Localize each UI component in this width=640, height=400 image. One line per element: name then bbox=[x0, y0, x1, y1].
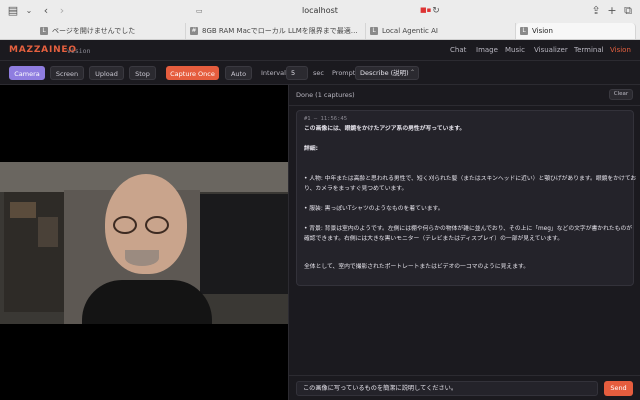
screen-button[interactable]: Screen bbox=[50, 66, 84, 80]
stop-button[interactable]: Stop bbox=[129, 66, 156, 80]
tab-label: 8GB RAM Macでローカル LLMを限界まで最適… bbox=[202, 27, 358, 35]
reload-icon[interactable]: ↻ bbox=[430, 0, 442, 22]
capture-toolbar: Camera Screen Upload Stop Capture Once A… bbox=[0, 61, 640, 85]
browser-toolbar: ▤ ⌄ ‹ › ▭ localhost ■▪ ↻ ⇪ + ⧉ bbox=[0, 0, 640, 22]
nav-visualizer[interactable]: Visualizer bbox=[534, 45, 568, 56]
tab-favicon: L bbox=[40, 27, 48, 35]
browser-chrome: ▤ ⌄ ‹ › ▭ localhost ■▪ ↻ ⇪ + ⧉ L ページを開けま… bbox=[0, 0, 640, 40]
nav-vision[interactable]: Vision bbox=[610, 45, 631, 56]
prompt-label: Prompt bbox=[332, 69, 356, 77]
camera-button[interactable]: Camera bbox=[9, 66, 45, 80]
clear-button[interactable]: Clear bbox=[609, 89, 633, 100]
app-header: MAZZAINEO vision Chat Image Music Visual… bbox=[0, 40, 640, 61]
result-details-heading: 詳細: bbox=[304, 146, 318, 152]
prompt-mode-value: Describe (説明) bbox=[360, 69, 409, 77]
interval-unit: sec bbox=[313, 69, 324, 77]
result-background-line: • 背景: 背景は室内のようです。左側には棚や何らかの物体が雑に並んでおり、その… bbox=[304, 226, 633, 232]
tab-page-error[interactable]: L ページを開けませんでした bbox=[36, 23, 186, 39]
results-pane: Done (1 captures) Clear #1 — 11:56:45 この… bbox=[288, 85, 640, 400]
prompt-bar: この画像に写っているものを簡潔に説明してください。 Send bbox=[289, 375, 640, 400]
prompt-mode-select[interactable]: Describe (説明) ⌃ bbox=[355, 66, 419, 80]
back-icon[interactable]: ‹ bbox=[40, 0, 52, 22]
result-background-line-cont: 確認できます。右側には大きな黒いモニター（テレビまたはディスプレイ）の一部が見え… bbox=[304, 236, 564, 242]
tab-overview-icon[interactable]: ⧉ bbox=[622, 0, 634, 22]
tab-label: Vision bbox=[532, 27, 553, 35]
camera-feed bbox=[0, 162, 288, 324]
prompt-input[interactable]: この画像に写っているものを簡潔に説明してください。 bbox=[296, 381, 598, 396]
divider bbox=[289, 105, 640, 106]
new-tab-icon[interactable]: + bbox=[606, 0, 618, 22]
chevron-down-icon: ⌃ bbox=[409, 69, 415, 76]
result-clothing-line: • 服装: 黒っぽいTシャツのようなものを着ています。 bbox=[304, 206, 444, 212]
interval-label: Interval bbox=[261, 69, 286, 77]
nav-terminal[interactable]: Terminal bbox=[574, 45, 604, 56]
result-person-line-cont: り、カメラをまっすぐ見つめています。 bbox=[304, 186, 408, 192]
upload-button[interactable]: Upload bbox=[89, 66, 124, 80]
result-summary: この画像には、眼鏡をかけたアジア系の男性が写っています。 bbox=[304, 126, 466, 132]
chevron-down-icon[interactable]: ⌄ bbox=[24, 0, 34, 22]
result-card: #1 — 11:56:45 この画像には、眼鏡をかけたアジア系の男性が写っていま… bbox=[296, 110, 637, 286]
tab-label: ページを開けませんでした bbox=[52, 27, 136, 35]
result-conclusion: 全体として、室内で撮影されたポートレートまたはビデオの一コマのように見えます。 bbox=[304, 264, 530, 270]
address-bar[interactable]: localhost bbox=[200, 3, 440, 19]
tab-favicon: # bbox=[190, 27, 198, 35]
nav-image[interactable]: Image bbox=[476, 45, 498, 56]
result-person-line: • 人物: 中年または高齢と思われる男性で、短く刈られた髪（またはスキンヘッドに… bbox=[304, 176, 637, 182]
nav-chat[interactable]: Chat bbox=[450, 45, 466, 56]
tab-bar: L ページを開けませんでした # 8GB RAM Macでローカル LLMを限界… bbox=[0, 22, 640, 40]
forward-icon[interactable]: › bbox=[56, 0, 68, 22]
brand-subtitle: vision bbox=[67, 47, 91, 55]
capture-status: Done (1 captures) bbox=[296, 91, 355, 99]
tab-local-agentic-ai[interactable]: L Local Agentic AI bbox=[366, 23, 516, 39]
nav-music[interactable]: Music bbox=[505, 45, 525, 56]
tab-vision[interactable]: L Vision bbox=[516, 23, 636, 39]
result-timestamp: #1 — 11:56:45 bbox=[304, 116, 348, 122]
auto-button[interactable]: Auto bbox=[225, 66, 252, 80]
video-preview-pane bbox=[0, 85, 288, 400]
tab-label: Local Agentic AI bbox=[382, 27, 438, 35]
tab-llm-article[interactable]: # 8GB RAM Macでローカル LLMを限界まで最適… bbox=[186, 23, 366, 39]
tab-favicon: L bbox=[520, 27, 528, 35]
interval-input[interactable]: 5 bbox=[286, 66, 308, 80]
capture-once-button[interactable]: Capture Once bbox=[166, 66, 219, 80]
send-button[interactable]: Send bbox=[604, 381, 633, 396]
tab-favicon: L bbox=[370, 27, 378, 35]
sidebar-icon[interactable]: ▤ bbox=[6, 0, 20, 22]
share-icon[interactable]: ⇪ bbox=[590, 0, 602, 22]
